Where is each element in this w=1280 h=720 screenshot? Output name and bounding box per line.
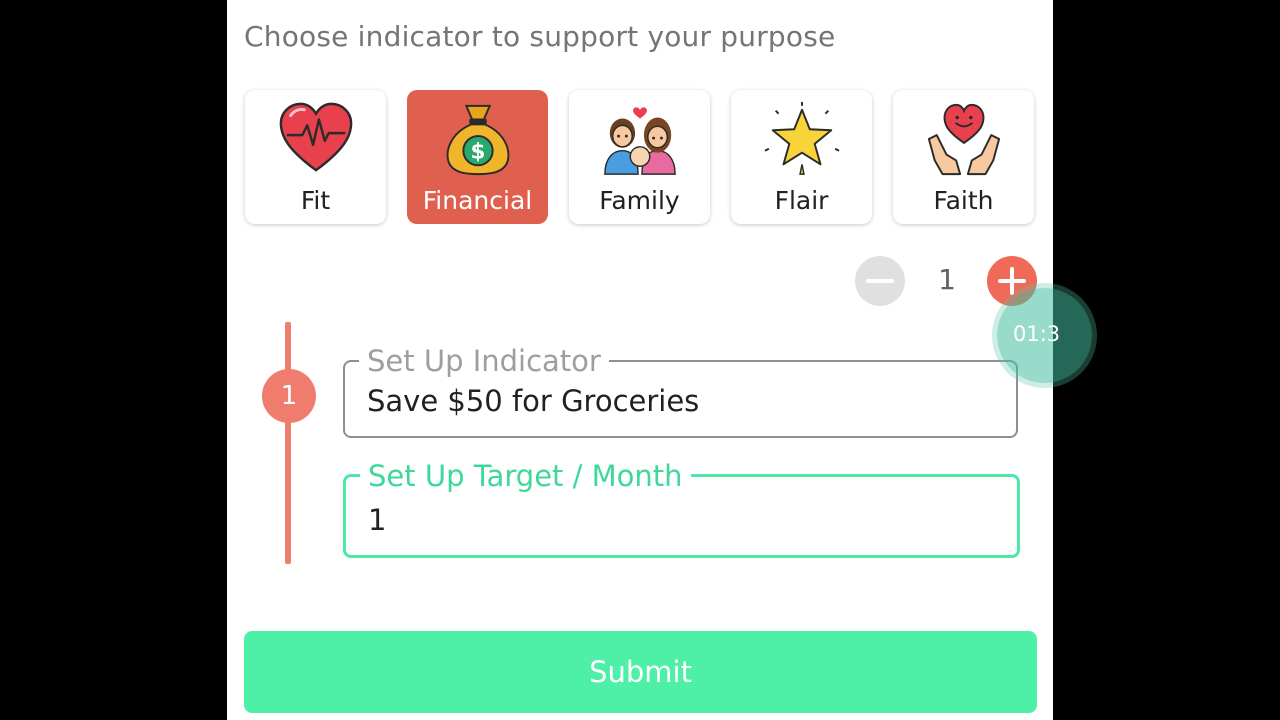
heart-hands-icon bbox=[927, 103, 1001, 176]
svg-text:$: $ bbox=[471, 140, 486, 165]
target-input[interactable]: 1 bbox=[368, 503, 386, 537]
indicator-count-stepper: 1 bbox=[855, 255, 1037, 307]
category-card-flair[interactable]: Flair bbox=[731, 90, 872, 224]
indicator-input[interactable]: Save $50 for Groceries bbox=[367, 384, 699, 418]
step-number-badge: 1 bbox=[262, 369, 316, 423]
step-timeline bbox=[285, 322, 291, 564]
category-card-family[interactable]: Family bbox=[569, 90, 710, 224]
target-field-label: Set Up Target / Month bbox=[360, 459, 691, 493]
recording-timer-bubble[interactable]: 01:3 bbox=[997, 288, 1092, 383]
indicator-field-label: Set Up Indicator bbox=[359, 344, 609, 378]
family-icon bbox=[604, 107, 676, 175]
indicator-count: 1 bbox=[938, 263, 956, 296]
submit-button[interactable]: Submit bbox=[244, 631, 1037, 713]
app-screen: Choose indicator to support your purpose… bbox=[227, 0, 1053, 720]
star-icon bbox=[764, 101, 840, 175]
heart-pulse-icon bbox=[279, 102, 353, 172]
plus-icon-vertical bbox=[1010, 267, 1014, 295]
category-cards: Fit $ Financial Family Flair Faith bbox=[245, 90, 1035, 224]
target-field[interactable]: Set Up Target / Month 1 bbox=[343, 459, 1020, 558]
category-label: Faith bbox=[933, 186, 994, 215]
timer-text: 01:3 bbox=[1013, 322, 1061, 346]
page-heading: Choose indicator to support your purpose bbox=[244, 20, 836, 53]
category-card-financial[interactable]: $ Financial bbox=[407, 90, 548, 224]
indicator-field[interactable]: Set Up Indicator Save $50 for Groceries bbox=[343, 344, 1018, 438]
category-card-faith[interactable]: Faith bbox=[893, 90, 1034, 224]
category-label: Family bbox=[599, 186, 680, 215]
category-label: Financial bbox=[422, 186, 533, 215]
money-bag-icon: $ bbox=[446, 104, 510, 176]
category-label: Flair bbox=[774, 186, 829, 215]
category-label: Fit bbox=[300, 186, 331, 215]
decrement-button[interactable] bbox=[855, 256, 905, 306]
minus-icon bbox=[866, 279, 894, 283]
category-card-fit[interactable]: Fit bbox=[245, 90, 386, 224]
